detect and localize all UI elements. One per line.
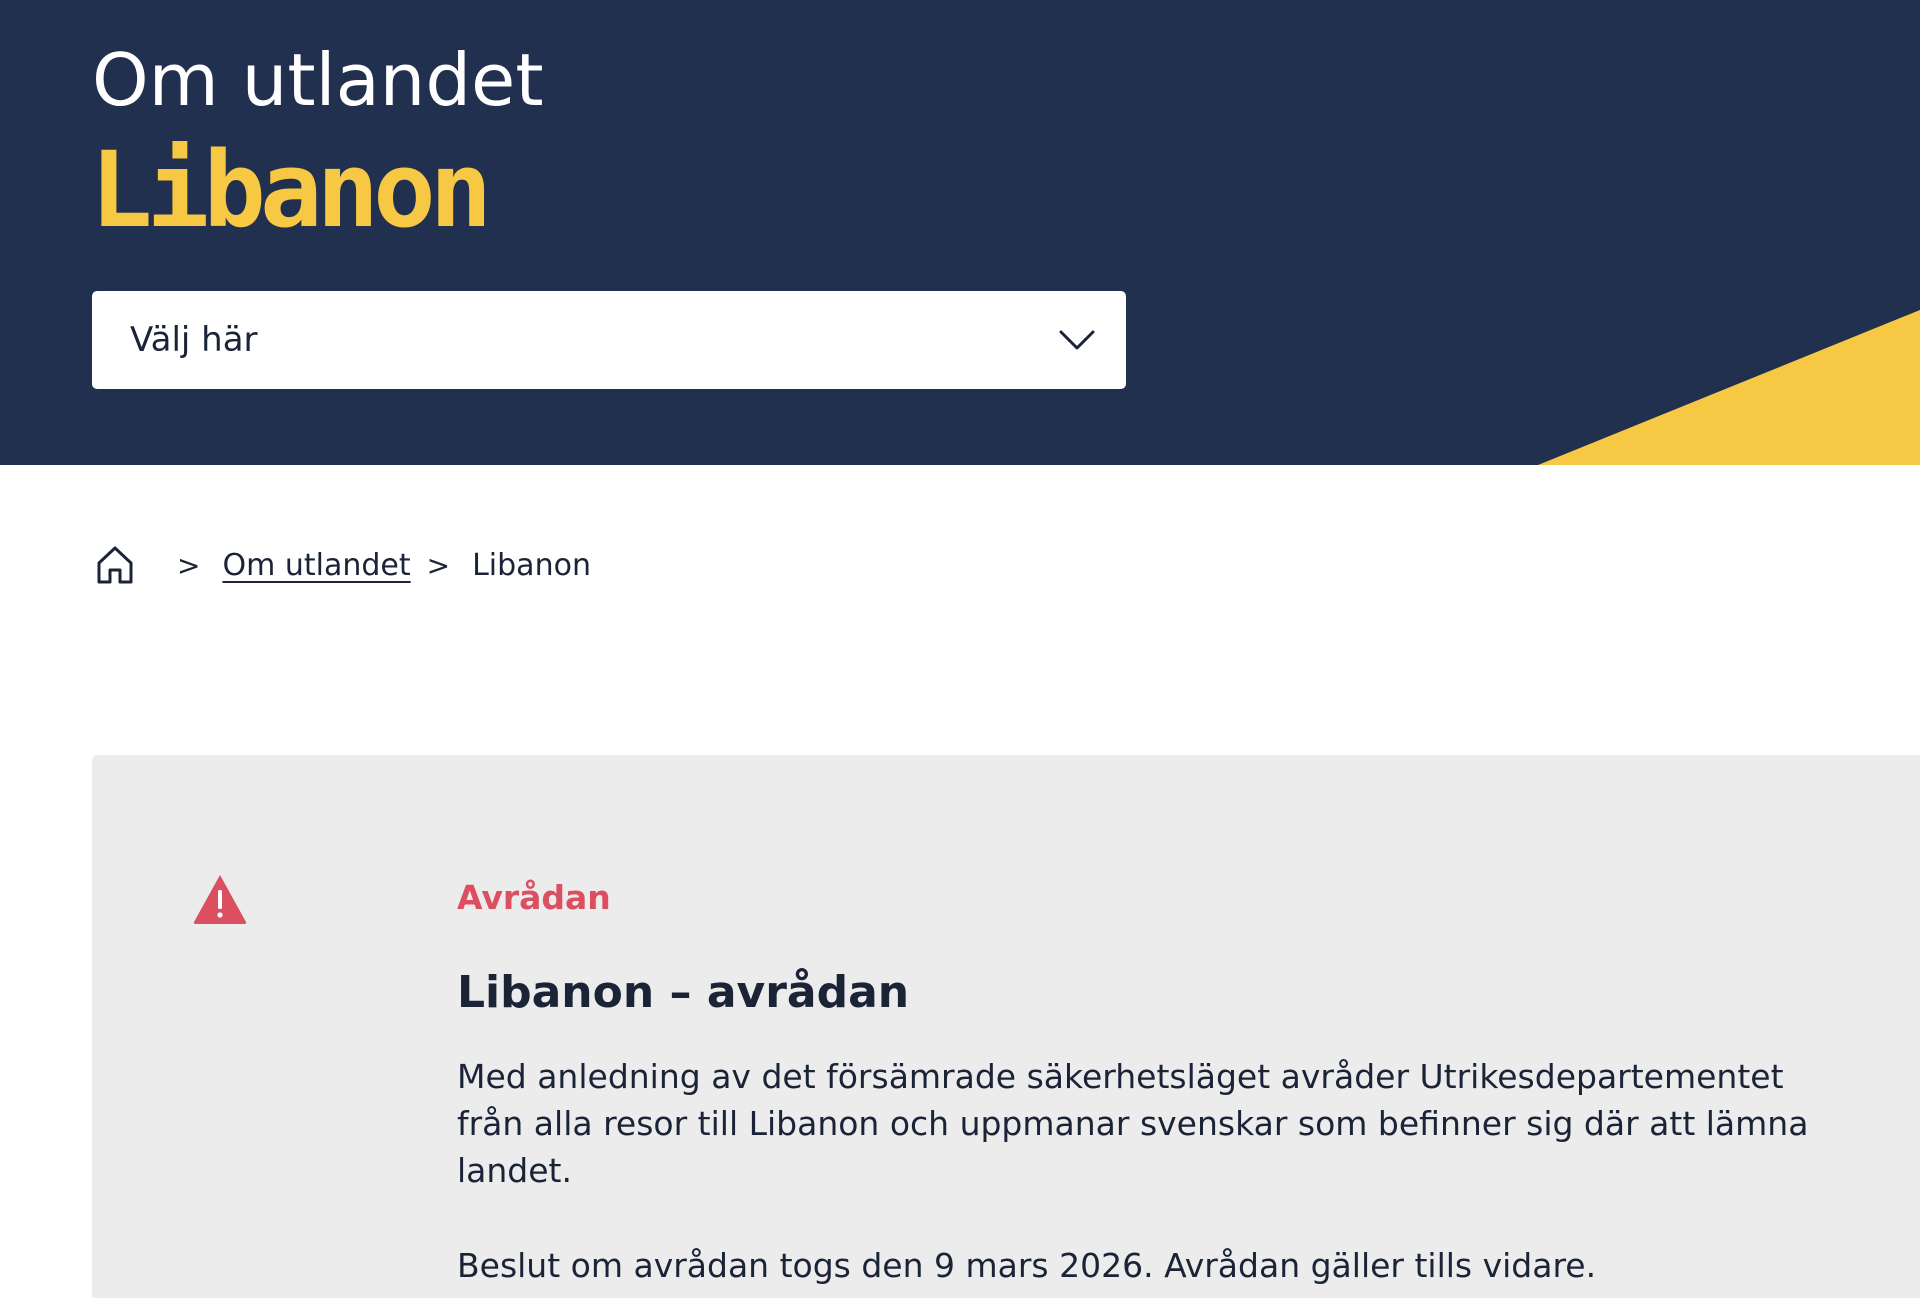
section-kicker: Om utlandet [92,38,544,122]
advisory-paragraph: Med anledning av det försämrade säkerhet… [457,1057,1809,1190]
warning-icon [193,875,247,924]
breadcrumb-link-om-utlandet[interactable]: Om utlandet [222,548,410,583]
breadcrumb-current-page: Libanon [472,547,591,583]
travel-advisory-panel: Avrådan Libanon – avrådan Med anledning … [92,755,1920,1298]
breadcrumb-separator: > [426,548,451,582]
advisory-body: Med anledning av det försämrade säkerhet… [457,1053,1857,1289]
chevron-down-icon [1059,330,1095,350]
advisory-heading: Libanon – avrådan [457,967,910,1018]
page-hero: Om utlandet Libanon Välj här [0,0,1920,465]
advisory-label: Avrådan [457,878,611,917]
page-title: Libanon [90,129,492,251]
advisory-paragraph: Beslut om avrådan togs den 9 mars 2026. … [457,1246,1597,1285]
home-icon[interactable] [95,544,135,586]
topic-select[interactable]: Välj här [92,291,1126,389]
breadcrumb: > Om utlandet > Libanon [95,538,591,592]
breadcrumb-separator: > [177,548,201,582]
select-value: Välj här [130,320,258,360]
